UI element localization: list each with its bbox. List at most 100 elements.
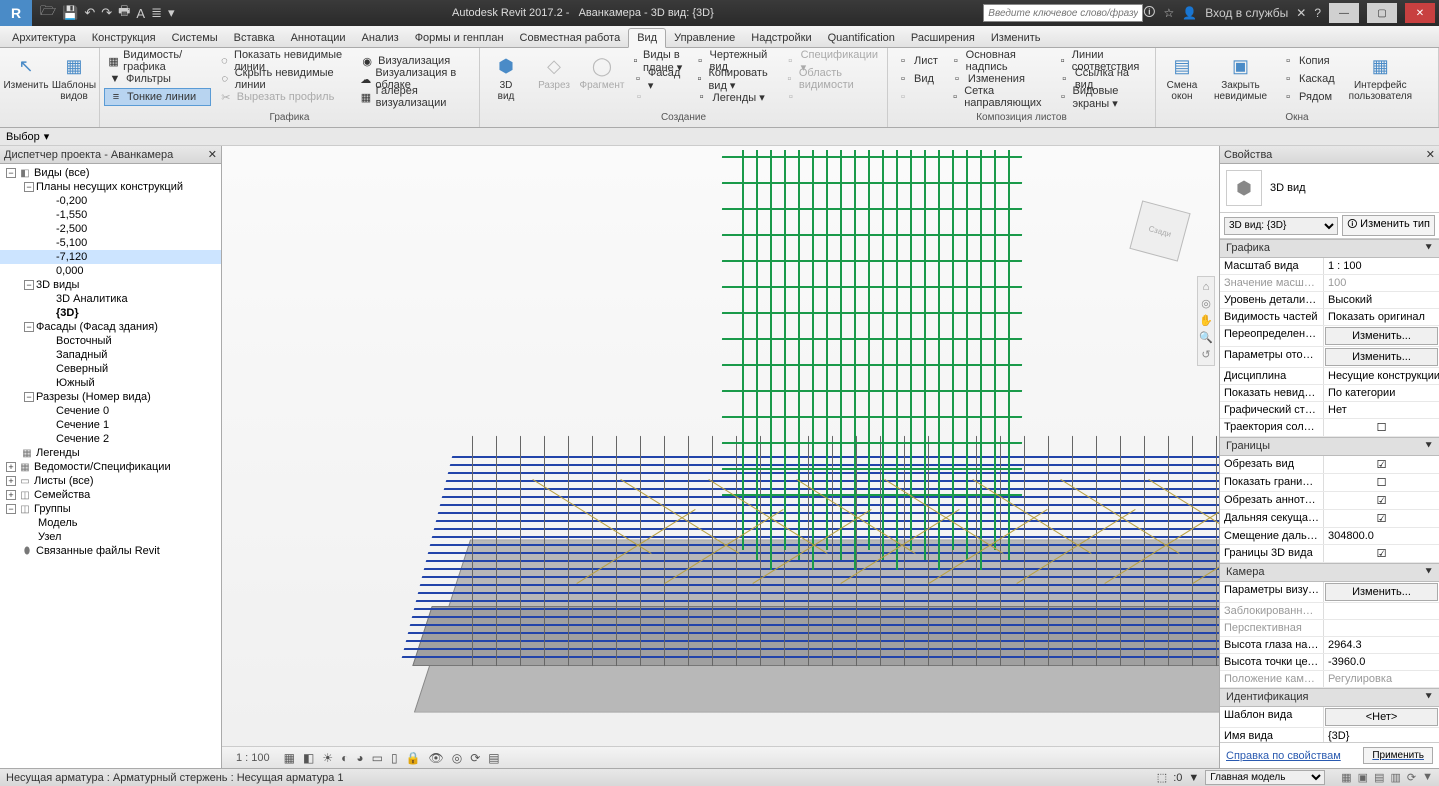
- render-icon[interactable]: ◕: [356, 751, 363, 765]
- status-icon[interactable]: ▥: [1390, 771, 1400, 784]
- tree-item[interactable]: -5,100: [0, 236, 221, 250]
- view-scale[interactable]: 1 : 100: [230, 752, 276, 764]
- tree-item[interactable]: Сечение 2: [0, 432, 221, 446]
- tree-toggle-icon[interactable]: −: [6, 168, 16, 178]
- tree-item[interactable]: {3D}: [0, 306, 221, 320]
- ribbon-tab[interactable]: Конструкция: [84, 29, 164, 47]
- tree-toggle-icon[interactable]: −: [6, 504, 16, 514]
- tree-toggle-icon[interactable]: +: [6, 476, 16, 486]
- tree-item[interactable]: Сечение 1: [0, 418, 221, 432]
- property-group-header[interactable]: Идентификация⯆: [1220, 688, 1439, 707]
- selector-dropdown[interactable]: ▾: [44, 130, 50, 143]
- tree-item[interactable]: −Фасады (Фасад здания): [0, 320, 221, 334]
- zoom-icon[interactable]: 🔍: [1199, 331, 1213, 344]
- ribbon-tab[interactable]: Совместная работа: [512, 29, 629, 47]
- tree-item[interactable]: Узел: [0, 530, 221, 544]
- edit-type-button[interactable]: 🛈 Изменить тип: [1342, 215, 1435, 236]
- property-row[interactable]: Графический стиль р...Нет: [1220, 402, 1439, 419]
- print-icon[interactable]: 🖶: [118, 2, 130, 24]
- info-icon[interactable]: 🛈: [1143, 3, 1155, 24]
- visual-style-icon[interactable]: ◧: [303, 751, 314, 765]
- status-icon[interactable]: ▦: [1341, 771, 1351, 784]
- qat-icon[interactable]: ▾: [168, 5, 175, 21]
- maximize-button[interactable]: ▢: [1367, 3, 1397, 23]
- visibility-graphics-button[interactable]: ▦Видимость/ графика: [104, 52, 211, 70]
- login-link[interactable]: Вход в службы: [1205, 6, 1288, 20]
- view-templates-button[interactable]: ▦ Шаблоны видов: [52, 52, 96, 104]
- ribbon-tab[interactable]: Архитектура: [4, 29, 84, 47]
- ribbon-item[interactable]: ▫Вид: [892, 70, 942, 88]
- tree-toggle-icon[interactable]: −: [24, 392, 34, 402]
- property-row[interactable]: Имя вида{3D}: [1220, 728, 1439, 742]
- ribbon-tab[interactable]: Системы: [164, 29, 226, 47]
- minimize-button[interactable]: —: [1329, 3, 1359, 23]
- property-row[interactable]: ДисциплинаНесущие конструкции: [1220, 368, 1439, 385]
- crop-icon[interactable]: ▭: [372, 751, 383, 765]
- ribbon-tab[interactable]: Изменить: [983, 29, 1049, 47]
- lock-icon[interactable]: 🔒: [406, 751, 421, 765]
- view-cube[interactable]: Сзади: [1129, 200, 1190, 261]
- tree-item[interactable]: -7,120: [0, 250, 221, 264]
- wheel-icon[interactable]: ◎: [1201, 297, 1211, 310]
- home-icon[interactable]: ⌂: [1203, 281, 1210, 293]
- app-logo-icon[interactable]: R: [0, 0, 32, 26]
- property-row[interactable]: Перспективная: [1220, 620, 1439, 637]
- tree-item[interactable]: -1,550: [0, 208, 221, 222]
- redo-icon[interactable]: ↷: [101, 5, 112, 21]
- section-button[interactable]: ◇Разрез: [532, 52, 576, 93]
- status-icon[interactable]: ▼: [1422, 771, 1433, 784]
- ribbon-tab[interactable]: Вставка: [226, 29, 283, 47]
- detail-level-icon[interactable]: ▦: [284, 751, 295, 765]
- tree-item[interactable]: ▦Легенды: [0, 446, 221, 460]
- main-model-selector[interactable]: Главная модель: [1205, 770, 1325, 785]
- property-row[interactable]: Видимость частейПоказать оригинал: [1220, 309, 1439, 326]
- ribbon-item[interactable]: ▫Видовые экраны ▾: [1053, 88, 1151, 106]
- properties-help-link[interactable]: Справка по свойствам: [1226, 750, 1341, 762]
- property-group-header[interactable]: Графика⯆: [1220, 239, 1439, 258]
- orbit-icon[interactable]: ↺: [1201, 348, 1210, 361]
- ribbon-tab[interactable]: Вид: [628, 28, 666, 48]
- tree-item[interactable]: -0,200: [0, 194, 221, 208]
- property-row[interactable]: Заблокированная ор...: [1220, 603, 1439, 620]
- ribbon-tab[interactable]: Формы и генплан: [407, 29, 512, 47]
- property-row[interactable]: Границы 3D вида☑: [1220, 545, 1439, 563]
- render-gallery-button[interactable]: ▦Галерея визуализации: [356, 88, 475, 106]
- thin-lines-button[interactable]: ≡Тонкие линии: [104, 88, 211, 106]
- constraints-icon[interactable]: ▤: [488, 751, 499, 765]
- property-row[interactable]: Значение масштаба ...100: [1220, 275, 1439, 292]
- tree-toggle-icon[interactable]: −: [24, 280, 34, 290]
- worksharing-icon[interactable]: ⟳: [470, 751, 480, 765]
- ribbon-item[interactable]: ▫Сетка направляющих: [946, 88, 1050, 106]
- tree-item[interactable]: Южный: [0, 376, 221, 390]
- tree-item[interactable]: Западный: [0, 348, 221, 362]
- tree-toggle-icon[interactable]: +: [6, 462, 16, 472]
- tree-item[interactable]: −◫Группы: [0, 502, 221, 516]
- ribbon-tab[interactable]: Управление: [666, 29, 743, 47]
- tree-item[interactable]: +◫Семейства: [0, 488, 221, 502]
- tree-item[interactable]: −Разрезы (Номер вида): [0, 390, 221, 404]
- tree-item[interactable]: 3D Аналитика: [0, 292, 221, 306]
- star-icon[interactable]: ☆: [1164, 6, 1175, 20]
- tree-item[interactable]: Восточный: [0, 334, 221, 348]
- ribbon-tab[interactable]: Аннотации: [283, 29, 354, 47]
- property-row[interactable]: Обрезать вид☑: [1220, 456, 1439, 474]
- close-panel-icon[interactable]: ✕: [208, 148, 217, 161]
- tree-item[interactable]: ⬮Связанные файлы Revit: [0, 544, 221, 558]
- exchange-icon[interactable]: ✕: [1296, 6, 1306, 20]
- measure-icon[interactable]: A: [136, 6, 145, 21]
- selection-count-icon[interactable]: ⬚: [1157, 771, 1167, 784]
- property-group-header[interactable]: Границы⯆: [1220, 437, 1439, 456]
- tree-item[interactable]: Северный: [0, 362, 221, 376]
- switch-windows-button[interactable]: ▤Смена окон: [1160, 52, 1204, 104]
- pan-icon[interactable]: ✋: [1199, 314, 1213, 327]
- filters-button[interactable]: ▼Фильтры: [104, 70, 211, 88]
- tree-item[interactable]: −Планы несущих конструкций: [0, 180, 221, 194]
- property-row[interactable]: Траектория солнца☐: [1220, 419, 1439, 437]
- property-row[interactable]: Параметры визуализ...Изменить...: [1220, 582, 1439, 603]
- ui-button[interactable]: ▦Интерфейс пользователя: [1343, 52, 1418, 104]
- property-row[interactable]: Дальняя секущая Вкл☑: [1220, 510, 1439, 528]
- ribbon-item[interactable]: ▫Легенды ▾: [691, 88, 776, 106]
- property-row[interactable]: Параметры отображе...Изменить...: [1220, 347, 1439, 368]
- qat-icon[interactable]: ≣: [151, 5, 162, 21]
- close-button[interactable]: ✕: [1405, 3, 1435, 23]
